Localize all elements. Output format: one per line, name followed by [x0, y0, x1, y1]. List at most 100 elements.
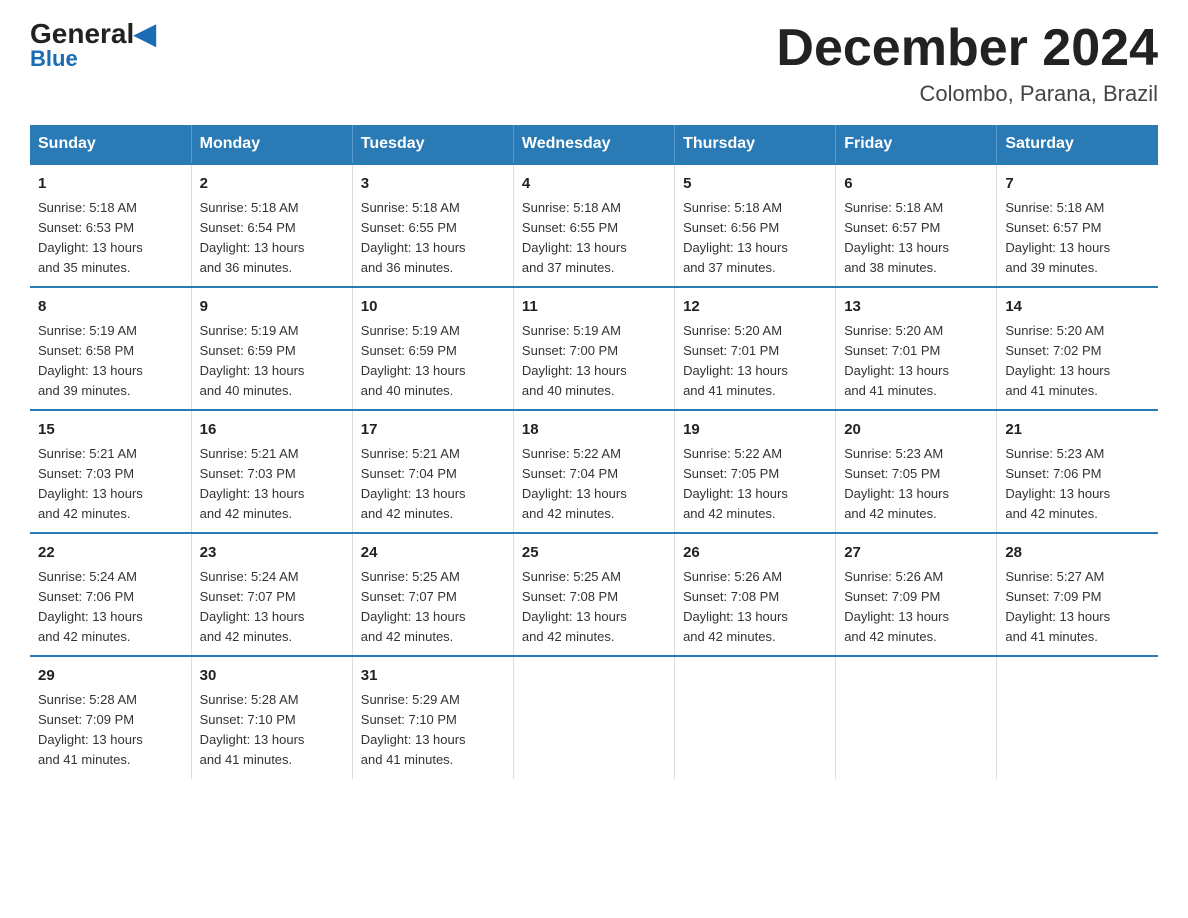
calendar-cell: 2Sunrise: 5:18 AM Sunset: 6:54 PM Daylig…	[191, 164, 352, 287]
calendar-cell: 3Sunrise: 5:18 AM Sunset: 6:55 PM Daylig…	[352, 164, 513, 287]
calendar-cell: 16Sunrise: 5:21 AM Sunset: 7:03 PM Dayli…	[191, 410, 352, 533]
calendar-week-1: 1Sunrise: 5:18 AM Sunset: 6:53 PM Daylig…	[30, 164, 1158, 287]
calendar-header: SundayMondayTuesdayWednesdayThursdayFrid…	[30, 125, 1158, 164]
calendar-week-2: 8Sunrise: 5:19 AM Sunset: 6:58 PM Daylig…	[30, 287, 1158, 410]
title-block: December 2024 Colombo, Parana, Brazil	[776, 20, 1158, 107]
day-number: 9	[200, 296, 344, 319]
header-monday: Monday	[191, 125, 352, 164]
page-header: General◀ Blue December 2024 Colombo, Par…	[30, 20, 1158, 107]
calendar-table: SundayMondayTuesdayWednesdayThursdayFrid…	[30, 125, 1158, 778]
day-info: Sunrise: 5:29 AM Sunset: 7:10 PM Dayligh…	[361, 690, 505, 771]
day-info: Sunrise: 5:25 AM Sunset: 7:07 PM Dayligh…	[361, 567, 505, 648]
day-info: Sunrise: 5:20 AM Sunset: 7:01 PM Dayligh…	[844, 321, 988, 402]
day-info: Sunrise: 5:21 AM Sunset: 7:03 PM Dayligh…	[200, 444, 344, 525]
calendar-cell: 5Sunrise: 5:18 AM Sunset: 6:56 PM Daylig…	[675, 164, 836, 287]
calendar-cell: 21Sunrise: 5:23 AM Sunset: 7:06 PM Dayli…	[997, 410, 1158, 533]
day-info: Sunrise: 5:26 AM Sunset: 7:08 PM Dayligh…	[683, 567, 827, 648]
day-number: 14	[1005, 296, 1150, 319]
day-number: 3	[361, 173, 505, 196]
day-number: 20	[844, 419, 988, 442]
calendar-cell	[513, 656, 674, 778]
day-number: 22	[38, 542, 183, 565]
day-number: 7	[1005, 173, 1150, 196]
page-subtitle: Colombo, Parana, Brazil	[776, 81, 1158, 107]
day-info: Sunrise: 5:18 AM Sunset: 6:56 PM Dayligh…	[683, 198, 827, 279]
calendar-cell: 30Sunrise: 5:28 AM Sunset: 7:10 PM Dayli…	[191, 656, 352, 778]
day-number: 23	[200, 542, 344, 565]
calendar-cell	[997, 656, 1158, 778]
calendar-cell	[675, 656, 836, 778]
calendar-cell	[836, 656, 997, 778]
calendar-week-4: 22Sunrise: 5:24 AM Sunset: 7:06 PM Dayli…	[30, 533, 1158, 656]
calendar-cell: 1Sunrise: 5:18 AM Sunset: 6:53 PM Daylig…	[30, 164, 191, 287]
calendar-cell: 26Sunrise: 5:26 AM Sunset: 7:08 PM Dayli…	[675, 533, 836, 656]
calendar-cell: 6Sunrise: 5:18 AM Sunset: 6:57 PM Daylig…	[836, 164, 997, 287]
calendar-cell: 31Sunrise: 5:29 AM Sunset: 7:10 PM Dayli…	[352, 656, 513, 778]
header-row: SundayMondayTuesdayWednesdayThursdayFrid…	[30, 125, 1158, 164]
day-number: 11	[522, 296, 666, 319]
day-info: Sunrise: 5:18 AM Sunset: 6:57 PM Dayligh…	[844, 198, 988, 279]
day-number: 28	[1005, 542, 1150, 565]
day-number: 12	[683, 296, 827, 319]
day-info: Sunrise: 5:23 AM Sunset: 7:06 PM Dayligh…	[1005, 444, 1150, 525]
day-info: Sunrise: 5:18 AM Sunset: 6:57 PM Dayligh…	[1005, 198, 1150, 279]
day-number: 5	[683, 173, 827, 196]
day-info: Sunrise: 5:20 AM Sunset: 7:02 PM Dayligh…	[1005, 321, 1150, 402]
calendar-cell: 14Sunrise: 5:20 AM Sunset: 7:02 PM Dayli…	[997, 287, 1158, 410]
calendar-cell: 28Sunrise: 5:27 AM Sunset: 7:09 PM Dayli…	[997, 533, 1158, 656]
calendar-body: 1Sunrise: 5:18 AM Sunset: 6:53 PM Daylig…	[30, 164, 1158, 778]
calendar-week-5: 29Sunrise: 5:28 AM Sunset: 7:09 PM Dayli…	[30, 656, 1158, 778]
header-thursday: Thursday	[675, 125, 836, 164]
header-friday: Friday	[836, 125, 997, 164]
calendar-cell: 7Sunrise: 5:18 AM Sunset: 6:57 PM Daylig…	[997, 164, 1158, 287]
day-number: 4	[522, 173, 666, 196]
day-number: 27	[844, 542, 988, 565]
day-number: 18	[522, 419, 666, 442]
calendar-week-3: 15Sunrise: 5:21 AM Sunset: 7:03 PM Dayli…	[30, 410, 1158, 533]
calendar-cell: 27Sunrise: 5:26 AM Sunset: 7:09 PM Dayli…	[836, 533, 997, 656]
day-number: 1	[38, 173, 183, 196]
calendar-cell: 15Sunrise: 5:21 AM Sunset: 7:03 PM Dayli…	[30, 410, 191, 533]
day-number: 24	[361, 542, 505, 565]
day-info: Sunrise: 5:22 AM Sunset: 7:04 PM Dayligh…	[522, 444, 666, 525]
calendar-cell: 10Sunrise: 5:19 AM Sunset: 6:59 PM Dayli…	[352, 287, 513, 410]
calendar-cell: 13Sunrise: 5:20 AM Sunset: 7:01 PM Dayli…	[836, 287, 997, 410]
day-info: Sunrise: 5:26 AM Sunset: 7:09 PM Dayligh…	[844, 567, 988, 648]
logo-triangle-icon: ◀	[134, 18, 156, 49]
day-number: 26	[683, 542, 827, 565]
day-info: Sunrise: 5:28 AM Sunset: 7:09 PM Dayligh…	[38, 690, 183, 771]
day-info: Sunrise: 5:19 AM Sunset: 6:59 PM Dayligh…	[361, 321, 505, 402]
day-number: 29	[38, 665, 183, 688]
page-title: December 2024	[776, 20, 1158, 77]
calendar-cell: 8Sunrise: 5:19 AM Sunset: 6:58 PM Daylig…	[30, 287, 191, 410]
calendar-cell: 9Sunrise: 5:19 AM Sunset: 6:59 PM Daylig…	[191, 287, 352, 410]
day-info: Sunrise: 5:22 AM Sunset: 7:05 PM Dayligh…	[683, 444, 827, 525]
calendar-cell: 24Sunrise: 5:25 AM Sunset: 7:07 PM Dayli…	[352, 533, 513, 656]
day-info: Sunrise: 5:23 AM Sunset: 7:05 PM Dayligh…	[844, 444, 988, 525]
day-info: Sunrise: 5:18 AM Sunset: 6:55 PM Dayligh…	[522, 198, 666, 279]
day-info: Sunrise: 5:21 AM Sunset: 7:04 PM Dayligh…	[361, 444, 505, 525]
day-number: 21	[1005, 419, 1150, 442]
calendar-cell: 4Sunrise: 5:18 AM Sunset: 6:55 PM Daylig…	[513, 164, 674, 287]
calendar-cell: 29Sunrise: 5:28 AM Sunset: 7:09 PM Dayli…	[30, 656, 191, 778]
day-number: 19	[683, 419, 827, 442]
day-info: Sunrise: 5:18 AM Sunset: 6:54 PM Dayligh…	[200, 198, 344, 279]
day-number: 10	[361, 296, 505, 319]
header-saturday: Saturday	[997, 125, 1158, 164]
day-info: Sunrise: 5:19 AM Sunset: 6:59 PM Dayligh…	[200, 321, 344, 402]
calendar-cell: 23Sunrise: 5:24 AM Sunset: 7:07 PM Dayli…	[191, 533, 352, 656]
logo: General◀ Blue	[30, 20, 156, 72]
day-info: Sunrise: 5:18 AM Sunset: 6:55 PM Dayligh…	[361, 198, 505, 279]
day-number: 8	[38, 296, 183, 319]
day-info: Sunrise: 5:18 AM Sunset: 6:53 PM Dayligh…	[38, 198, 183, 279]
day-info: Sunrise: 5:27 AM Sunset: 7:09 PM Dayligh…	[1005, 567, 1150, 648]
day-number: 25	[522, 542, 666, 565]
day-info: Sunrise: 5:28 AM Sunset: 7:10 PM Dayligh…	[200, 690, 344, 771]
day-info: Sunrise: 5:21 AM Sunset: 7:03 PM Dayligh…	[38, 444, 183, 525]
calendar-cell: 19Sunrise: 5:22 AM Sunset: 7:05 PM Dayli…	[675, 410, 836, 533]
day-number: 15	[38, 419, 183, 442]
day-number: 30	[200, 665, 344, 688]
day-number: 16	[200, 419, 344, 442]
calendar-cell: 17Sunrise: 5:21 AM Sunset: 7:04 PM Dayli…	[352, 410, 513, 533]
header-sunday: Sunday	[30, 125, 191, 164]
